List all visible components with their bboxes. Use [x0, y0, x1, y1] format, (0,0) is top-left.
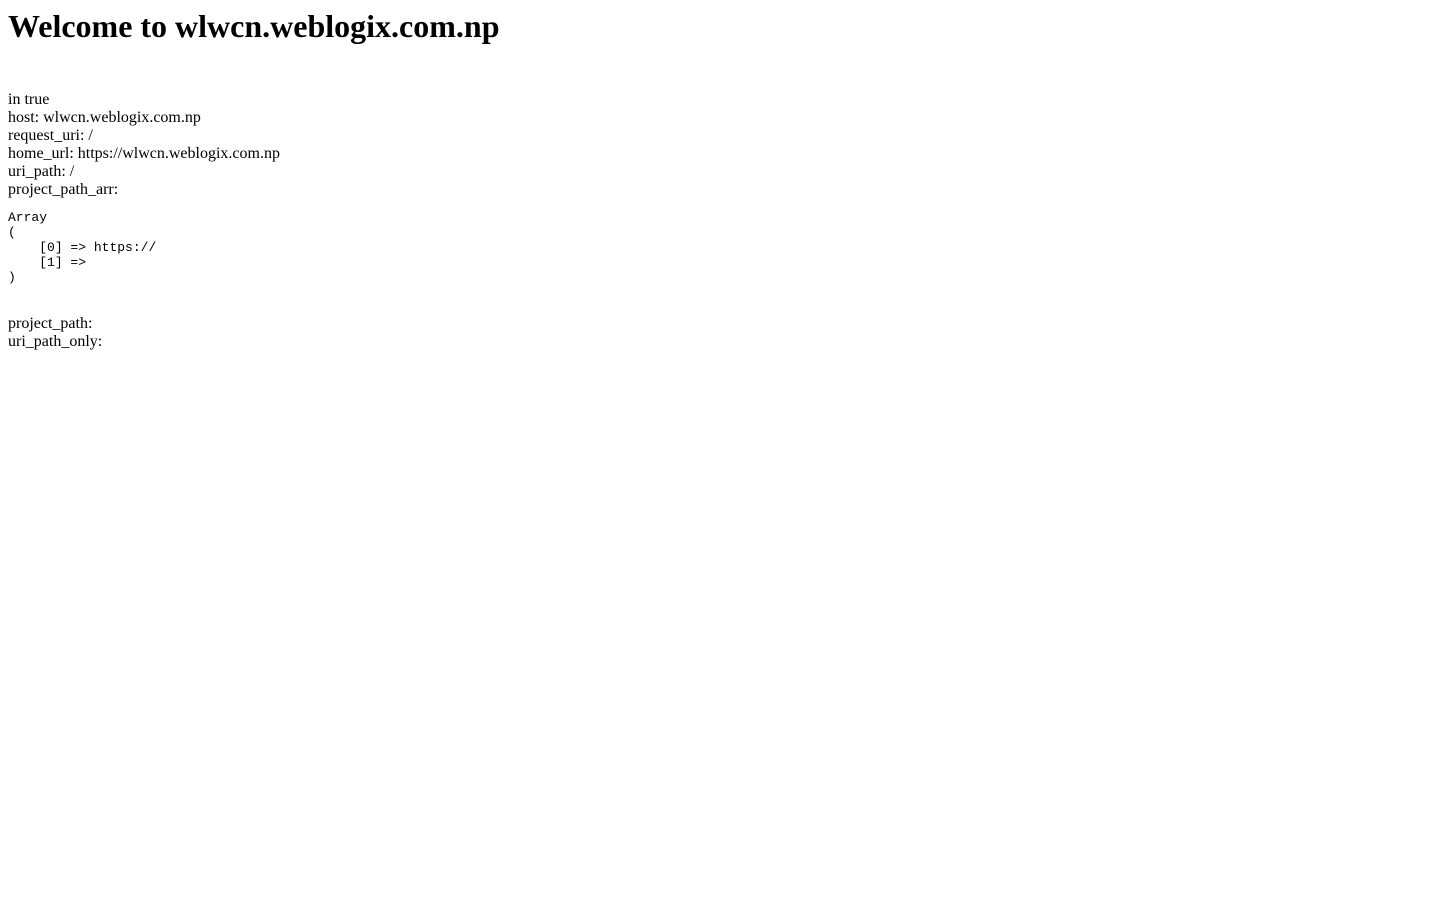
home-url-value: https://wlwcn.weblogix.com.np: [77, 145, 280, 162]
host-value: wlwcn.weblogix.com.np: [43, 109, 201, 126]
in-true-line: in true: [8, 91, 50, 108]
uri-path-label: uri_path:: [8, 163, 66, 180]
project-path-arr-line: project_path_arr:: [8, 181, 1432, 199]
home-url-label: home_url:: [8, 145, 74, 162]
host-line: host: wlwcn.weblogix.com.np: [8, 109, 1432, 127]
host-label: host:: [8, 109, 40, 126]
array-header: Array: [8, 210, 48, 225]
page-title: Welcome to wlwcn.weblogix.com.np: [8, 8, 500, 44]
uri-path-line: uri_path: /: [8, 163, 1432, 181]
uri-path-value: /: [69, 163, 75, 180]
project-path-arr-label: project_path_arr:: [8, 181, 119, 198]
uri-path-only-line: uri_path_only:: [8, 333, 1432, 351]
array-item-1-key: [1] =>: [39, 255, 87, 270]
array-dump: Array ( [0] => https:// [1] => ): [8, 210, 1432, 285]
request-uri-value: /: [88, 127, 93, 144]
home-url-line: home_url: https://wlwcn.weblogix.com.np: [8, 145, 1432, 163]
uri-path-only-label: uri_path_only:: [8, 333, 103, 350]
array-item-0-key: [0] =>: [39, 240, 87, 255]
array-open-paren: (: [8, 225, 16, 240]
array-item-0-value: https://: [93, 240, 157, 255]
project-path-line: project_path:: [8, 315, 1432, 333]
request-uri-label: request_uri:: [8, 127, 85, 144]
request-uri-line: request_uri: /: [8, 127, 1432, 145]
project-path-label: project_path:: [8, 315, 93, 332]
page: Welcome to wlwcn.weblogix.com.np in true…: [0, 0, 1440, 900]
array-close-paren: ): [8, 270, 16, 285]
